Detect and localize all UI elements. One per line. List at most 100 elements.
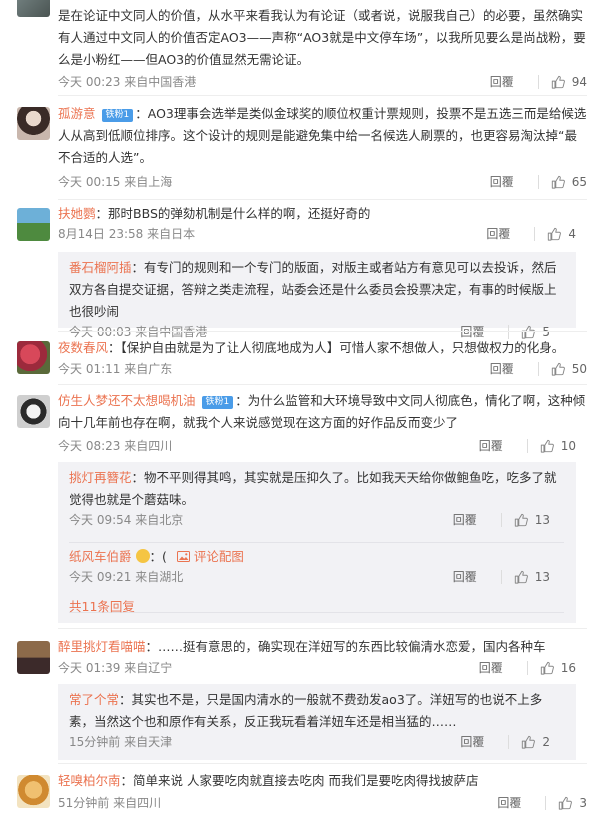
divider: [534, 227, 536, 241]
username[interactable]: 醉里挑灯看喵喵: [58, 639, 146, 654]
sub-reply-meta: 今天 09:54 来自北京 回覆 13: [69, 511, 576, 529]
comment-text: 仿生人梦还不太想喝机油 铁粉1 ：为什么监管和大环境导致中文同人彻底色，情化了啊，…: [58, 390, 587, 434]
reply-button[interactable]: 回覆: [490, 173, 514, 191]
comment-meta: 今天 00:15 来自上海 回覆 65: [58, 173, 587, 191]
reply-button[interactable]: 回覆: [490, 360, 514, 378]
comment-text: 醉里挑灯看喵喵：……挺有意思的，确实现在洋妞写的东西比较偏清水恋爱，国内各种车: [58, 636, 587, 658]
divider: [500, 513, 502, 527]
sub-reply: 纸风车伯爵 ：( 评论配图 今天 09:21 来自湖北 回覆 13: [69, 546, 576, 586]
comment-item: 是在论证中文同人的价值，从水平来看我认为有论证（或者说，说服我自己）的必要，虽然…: [0, 0, 605, 96]
sub-replies: 挑灯再簪花：物不平则得其鸣，其实就是压抑久了。比如我天天给你做鲍鱼吃，吃多了就觉…: [58, 462, 576, 623]
divider: [537, 75, 539, 89]
divider: [500, 570, 502, 584]
comment-meta: 今天 00:23 来自中国香港 回覆 94: [58, 73, 587, 91]
comment-time: 今天 01:39 来自辽宁: [58, 661, 173, 675]
like-button[interactable]: 94: [551, 73, 587, 91]
username[interactable]: 轻嗅柏尔南: [58, 773, 121, 788]
like-count: 50: [571, 362, 587, 376]
divider: [545, 796, 547, 810]
sub-reply-text: 番石榴阿插：有专门的规则和一个专门的版面，对版主或者站方有意见可以去投诉，然后双…: [69, 257, 576, 323]
reply-button[interactable]: 回覆: [497, 794, 521, 812]
thumb-up-icon: [522, 735, 536, 749]
comment-item: 轻嗅柏尔南：简单来说 人家要吃肉就直接去吃肉 而我们是要吃肉得找披萨店 51分钟…: [0, 766, 605, 819]
reply-button[interactable]: 回覆: [479, 437, 503, 455]
divider: [537, 175, 539, 189]
divider: [537, 362, 539, 376]
reply-button[interactable]: 回覆: [479, 659, 503, 677]
comment-meta: 51分钟前 来自四川 回覆 3: [58, 794, 587, 812]
username[interactable]: 仿生人梦还不太想喝机油: [58, 393, 196, 408]
sub-reply-text: 挑灯再簪花：物不平则得其鸣，其实就是压抑久了。比如我天天给你做鲍鱼吃，吃多了就觉…: [69, 467, 576, 511]
comment-content: ：AO3理事会选举是类似金球奖的顺位权重计票规则，投票不是五选三而是给候选人从高…: [58, 106, 587, 165]
like-count: 94: [571, 75, 587, 89]
comment-item: 夜数春风：【保护自由就是为了让人彻底地成为人】可惜人家不想做人，只想做权力的化身…: [0, 333, 605, 385]
like-button[interactable]: 65: [551, 173, 587, 191]
reply-button[interactable]: 回覆: [490, 73, 514, 91]
comment-meta: 今天 01:39 来自辽宁 回覆 16: [58, 659, 576, 677]
review-image-link[interactable]: 评论配图: [176, 549, 244, 564]
comment-item: 仿生人梦还不太想喝机油 铁粉1 ：为什么监管和大环境导致中文同人彻底色，情化了啊，…: [0, 385, 605, 629]
thumb-up-icon: [548, 227, 562, 241]
username[interactable]: 常了个常: [69, 692, 119, 707]
username[interactable]: 孤游意: [58, 106, 96, 121]
like-button[interactable]: 4: [547, 225, 576, 243]
emoji-icon: [135, 549, 150, 563]
like-count: 16: [560, 661, 576, 675]
sub-reply-text: 常了个常：其实也不是，只是国内清水的一般就不费劲发ao3了。洋妞写的也说不上多素…: [69, 689, 576, 733]
username[interactable]: 扶她鹦: [58, 206, 96, 221]
username[interactable]: 夜数春风: [58, 340, 108, 355]
like-button[interactable]: 2: [521, 733, 550, 751]
username[interactable]: 番石榴阿插: [69, 260, 132, 275]
comment-content: ：那时BBS的弹劾机制是什么样的啊，还挺好奇的: [95, 206, 371, 221]
sub-reply-meta: 今天 09:21 来自湖北 回覆 13: [69, 568, 576, 586]
like-button[interactable]: 16: [540, 659, 576, 677]
comment-item: 扶她鹦：那时BBS的弹劾机制是什么样的啊，还挺好奇的 8月14日 23:58 来…: [0, 200, 605, 339]
sub-reply-text: 纸风车伯爵 ：( 评论配图: [69, 546, 576, 568]
comment-meta: 今天 01:11 来自广东 回覆 50: [58, 360, 587, 378]
divider: [526, 661, 528, 675]
avatar[interactable]: [17, 341, 50, 374]
divider: [58, 331, 587, 332]
comment-time: 15分钟前 来自天津: [69, 735, 173, 749]
like-count: 3: [579, 796, 587, 810]
reply-button[interactable]: 回覆: [460, 733, 484, 751]
comment-time: 今天 09:54 来自北京: [69, 513, 184, 527]
comment-text: 扶她鹦：那时BBS的弹劾机制是什么样的啊，还挺好奇的: [58, 203, 587, 225]
like-count: 65: [571, 175, 587, 189]
sub-reply-content: ：有专门的规则和一个专门的版面，对版主或者站方有意见可以去投诉，然后双方各自提交…: [69, 260, 557, 319]
avatar[interactable]: [17, 775, 50, 808]
reply-button[interactable]: 回覆: [453, 511, 477, 529]
like-count: 2: [542, 735, 550, 749]
avatar[interactable]: [17, 641, 50, 674]
comment-time: 51分钟前 来自四川: [58, 796, 162, 810]
thumb-up-icon: [514, 513, 528, 527]
more-replies-link[interactable]: 共11条回复: [69, 596, 135, 618]
thumb-up-icon: [540, 661, 554, 675]
sub-reply-content: ：(: [149, 549, 167, 564]
avatar[interactable]: [17, 107, 50, 140]
sub-reply-content: ：物不平则得其鸣，其实就是压抑久了。比如我天天给你做鲍鱼吃，吃多了就觉得也就是个…: [69, 470, 557, 507]
like-button[interactable]: 13: [514, 511, 550, 529]
divider: [58, 628, 587, 629]
avatar[interactable]: [17, 395, 50, 428]
like-count: 4: [568, 227, 576, 241]
reply-button[interactable]: 回覆: [486, 225, 510, 243]
divider: [58, 763, 587, 764]
divider: [69, 612, 564, 613]
comment-item: 孤游意 铁粉1 ：AO3理事会选举是类似金球奖的顺位权重计票规则，投票不是五选三而…: [0, 96, 605, 200]
like-button[interactable]: 3: [558, 794, 587, 812]
like-button[interactable]: 13: [514, 568, 550, 586]
like-button[interactable]: 10: [540, 437, 576, 455]
username[interactable]: 纸风车伯爵: [69, 549, 132, 564]
avatar[interactable]: [17, 0, 50, 17]
thumb-up-icon: [559, 796, 573, 810]
comment-text: 夜数春风：【保护自由就是为了让人彻底地成为人】可惜人家不想做人，只想做权力的化身…: [58, 337, 587, 359]
like-button[interactable]: 50: [551, 360, 587, 378]
fan-badge-icon: 铁粉1: [201, 396, 234, 409]
reply-button[interactable]: 回覆: [453, 568, 477, 586]
sub-reply: 番石榴阿插：有专门的规则和一个专门的版面，对版主或者站方有意见可以去投诉，然后双…: [69, 257, 576, 341]
username[interactable]: 挑灯再簪花: [69, 470, 132, 485]
comment-text: 是在论证中文同人的价值，从水平来看我认为有论证（或者说，说服我自己）的必要，虽然…: [58, 8, 586, 67]
avatar[interactable]: [17, 208, 50, 241]
divider: [526, 439, 528, 453]
